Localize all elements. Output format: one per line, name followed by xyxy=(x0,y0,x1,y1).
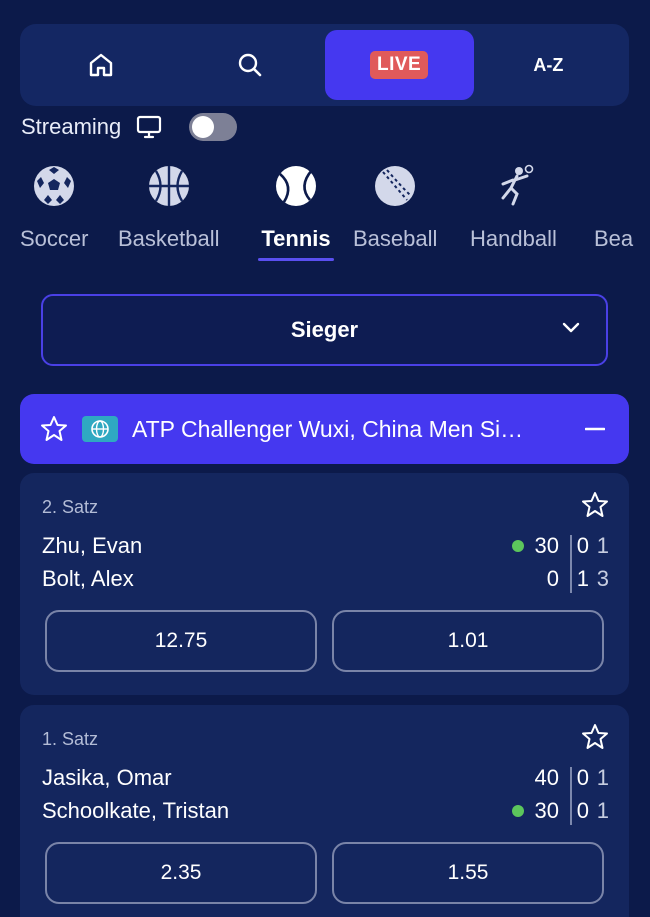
top-nav: LIVE A-Z xyxy=(20,24,629,106)
star-icon[interactable] xyxy=(581,491,609,519)
set-score: 1 xyxy=(596,798,609,823)
star-icon[interactable] xyxy=(40,415,68,443)
odds-button-home[interactable]: 2.35 xyxy=(45,842,317,904)
set-score: 0 xyxy=(576,533,589,558)
sport-label: Tennis xyxy=(261,226,331,251)
sports-tabs: Soccer Basketball Tennis Baseball Handba… xyxy=(0,160,650,270)
set-score: 0 xyxy=(576,798,589,823)
game-score: 0 xyxy=(546,566,559,591)
tennis-ball-icon xyxy=(276,166,316,206)
player-name: Bolt, Alex xyxy=(42,566,134,591)
streaming-row: Streaming xyxy=(21,112,238,142)
set-score: 1 xyxy=(596,533,609,558)
az-label: A-Z xyxy=(533,54,564,75)
toggle-knob xyxy=(192,116,215,138)
serve-indicator xyxy=(512,540,524,552)
live-badge: LIVE xyxy=(370,51,429,79)
score-divider xyxy=(570,767,572,825)
set-label: 1. Satz xyxy=(42,729,99,749)
star-icon[interactable] xyxy=(581,723,609,751)
odds-button-away[interactable]: 1.01 xyxy=(332,610,604,672)
baseball-icon xyxy=(375,166,416,206)
sport-tab-handball[interactable]: Handball xyxy=(470,160,557,270)
basketball-icon xyxy=(148,166,189,206)
match-card: 1. Satz Jasika, Omar Schoolkate, Tristan… xyxy=(20,705,629,917)
sport-tab-soccer[interactable]: Soccer xyxy=(20,160,88,270)
score-divider xyxy=(570,535,572,593)
match-card: 2. Satz Zhu, Evan Bolt, Alex 30 0 0 1 1 … xyxy=(20,473,629,695)
player-name: Schoolkate, Tristan xyxy=(42,798,230,823)
search-icon xyxy=(238,53,262,77)
set-score: 1 xyxy=(576,566,589,591)
game-score: 30 xyxy=(534,533,559,558)
soccer-ball-icon xyxy=(34,166,75,206)
sport-tab-baseball[interactable]: Baseball xyxy=(353,160,437,270)
sport-label: Soccer xyxy=(20,226,89,251)
odds-button-away[interactable]: 1.55 xyxy=(332,842,604,904)
serve-indicator xyxy=(512,805,524,817)
set-score: 0 xyxy=(576,765,589,790)
active-tab-underline xyxy=(258,258,334,261)
market-select-value: Sieger xyxy=(290,317,359,342)
sport-label: Handball xyxy=(470,226,557,251)
game-score: 40 xyxy=(534,765,559,790)
handball-player-icon xyxy=(501,164,534,206)
sport-label: Baseball xyxy=(353,226,438,251)
sport-label: Bea xyxy=(594,226,634,251)
market-select[interactable]: Sieger xyxy=(41,294,608,366)
globe-icon xyxy=(82,416,118,442)
game-score: 30 xyxy=(534,798,559,823)
player-name: Zhu, Evan xyxy=(42,533,143,558)
nav-live-button[interactable]: LIVE xyxy=(324,30,474,100)
set-score: 3 xyxy=(596,566,609,591)
set-label: 2. Satz xyxy=(42,497,99,517)
sport-tab-tennis[interactable]: Tennis xyxy=(258,160,334,270)
nav-az-button[interactable]: A-Z xyxy=(474,30,623,100)
set-score: 1 xyxy=(596,765,609,790)
home-icon xyxy=(89,53,112,77)
odds-button-home[interactable]: 12.75 xyxy=(45,610,317,672)
sport-tab-basketball[interactable]: Basketball xyxy=(118,160,220,270)
streaming-toggle[interactable] xyxy=(189,113,238,141)
collapse-icon[interactable] xyxy=(585,419,605,439)
sport-tab-partial[interactable]: Bea xyxy=(594,160,633,270)
player-name: Jasika, Omar xyxy=(42,765,172,790)
nav-home-button[interactable] xyxy=(26,30,175,100)
streaming-label: Streaming xyxy=(21,114,122,139)
monitor-icon xyxy=(137,115,162,139)
chevron-down-icon xyxy=(562,322,580,333)
nav-search-button[interactable] xyxy=(175,30,324,100)
league-name: ATP Challenger Wuxi, China Men Si… xyxy=(132,415,524,442)
league-header[interactable]: ATP Challenger Wuxi, China Men Si… xyxy=(20,394,629,464)
sport-label: Basketball xyxy=(118,226,220,251)
